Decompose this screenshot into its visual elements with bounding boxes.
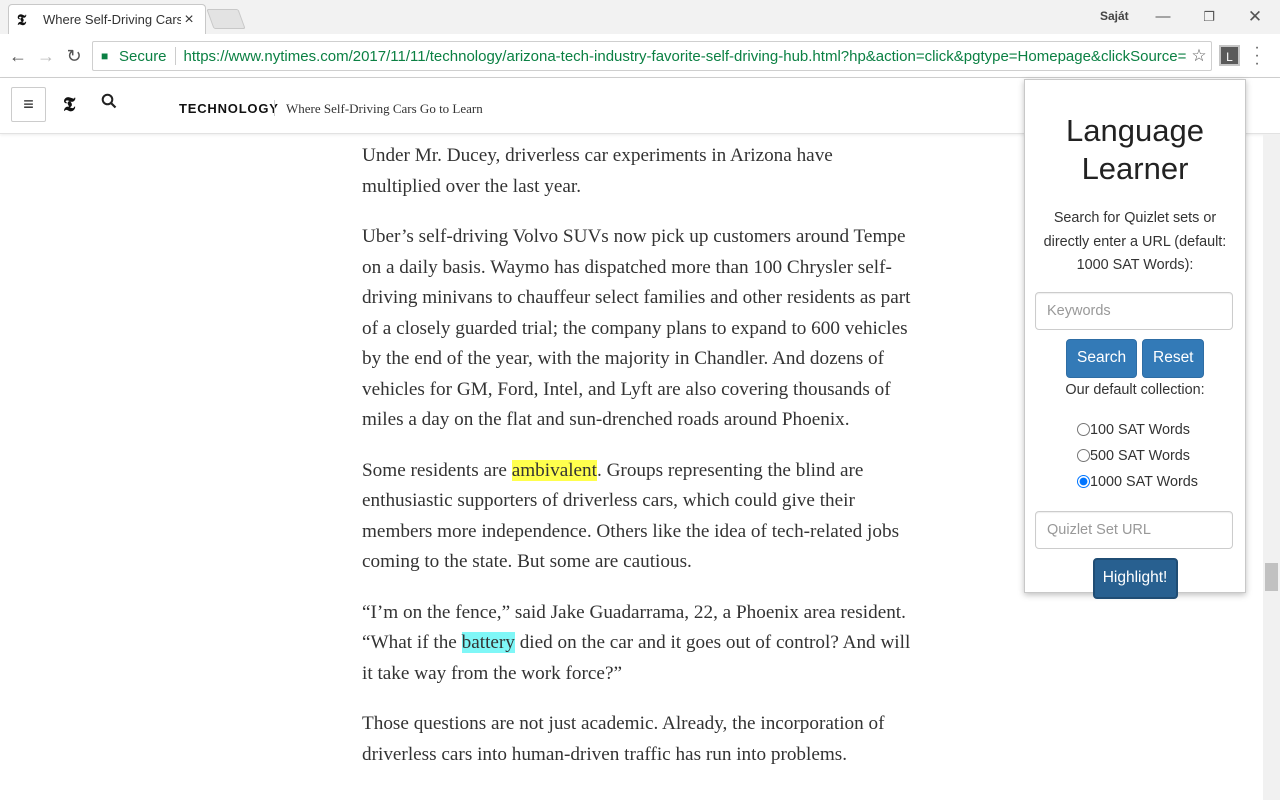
article-paragraph: “I’m on the fence,” said Jake Guadarrama… [362,598,912,690]
search-icon[interactable] [101,93,117,114]
tab-title: Where Self-Driving Cars Go to Learn [43,12,181,27]
section-link[interactable]: TECHNOLOGY [179,101,279,116]
radio-500-sat[interactable] [1077,449,1090,462]
secure-label: Secure [119,47,167,65]
nyt-logo-icon[interactable]: 𝕿 [63,92,75,116]
highlighted-word-ambivalent[interactable]: ambivalent [511,459,597,481]
omnibox-divider [174,47,176,65]
close-tab-icon[interactable]: × [181,11,197,29]
nyt-favicon-icon: 𝕿 [17,10,27,29]
language-learner-extension-button[interactable]: L [1219,45,1240,66]
popup-description: Search for Quizlet sets or directly ente… [1043,210,1227,273]
hamburger-menu-icon[interactable]: ≡ [11,87,46,122]
article-paragraph: Those questions are not just academic. A… [362,713,885,765]
url-text[interactable]: https://www.nytimes.com/2017/11/11/techn… [184,48,1187,65]
new-tab-button[interactable] [206,9,246,29]
collection-radio-group: 100 SAT Words 500 SAT Words 1000 SAT Wor… [1025,417,1245,495]
tab-strip: 𝕿 Where Self-Driving Cars Go to Learn × … [0,0,1280,34]
article-paragraph: Under Mr. Ducey, driverless car experime… [362,145,833,197]
quizlet-url-input[interactable] [1035,510,1233,549]
radio-label: 1000 SAT Words [1090,473,1198,490]
header-article-title: Where Self-Driving Cars Go to Learn [286,101,483,116]
highlight-button[interactable]: Highlight! [1092,557,1178,599]
highlighted-word-battery[interactable]: battery [461,632,515,653]
profile-name[interactable]: Saját [1100,9,1129,23]
header-divider [274,100,275,116]
page-scrollbar[interactable] [1263,134,1280,800]
article-paragraph: Uber’s self-driving Volvo SUVs now pick … [362,226,911,430]
restore-icon[interactable]: ❐ [1186,6,1232,28]
article-paragraph: Some residents are ambivalent. Groups re… [362,456,912,578]
star-icon[interactable]: ☆ [1187,46,1211,66]
back-arrow-icon[interactable]: ← [6,44,30,68]
reset-button[interactable]: Reset [1142,338,1204,378]
collection-label: Our default collection: [1065,381,1205,398]
window-close-icon[interactable]: ✕ [1232,6,1278,28]
reload-icon[interactable]: ↻ [62,44,86,68]
browser-toolbar: ← → ↻ ■ Secure https://www.nytimes.com/2… [0,34,1280,78]
paragraph-text: Some residents are [362,459,512,481]
kebab-menu-icon[interactable]: · · · [1252,40,1262,72]
minimize-icon[interactable]: — [1140,6,1186,28]
browser-tab[interactable]: 𝕿 Where Self-Driving Cars Go to Learn × [8,4,206,34]
lock-icon: ■ [101,49,109,63]
keywords-input[interactable] [1035,291,1233,330]
radio-label: 100 SAT Words [1090,421,1190,438]
language-learner-popup: Language Learner Search for Quizlet sets… [1024,79,1246,599]
article-body: Under Mr. Ducey, driverless car experime… [362,141,912,790]
radio-option-1000[interactable]: 1000 SAT Words [1077,469,1245,495]
popup-title: Language Learner [1066,113,1204,186]
radio-option-100[interactable]: 100 SAT Words [1077,417,1245,443]
radio-100-sat[interactable] [1077,423,1090,436]
radio-label: 500 SAT Words [1090,447,1190,464]
scrollbar-thumb[interactable] [1265,563,1278,591]
search-button-row: Search Reset [1025,338,1245,378]
forward-arrow-icon[interactable]: → [34,44,58,68]
radio-1000-sat[interactable] [1077,475,1090,488]
radio-option-500[interactable]: 500 SAT Words [1077,443,1245,469]
search-button[interactable]: Search [1066,338,1137,378]
address-bar[interactable]: ■ Secure https://www.nytimes.com/2017/11… [92,41,1212,71]
